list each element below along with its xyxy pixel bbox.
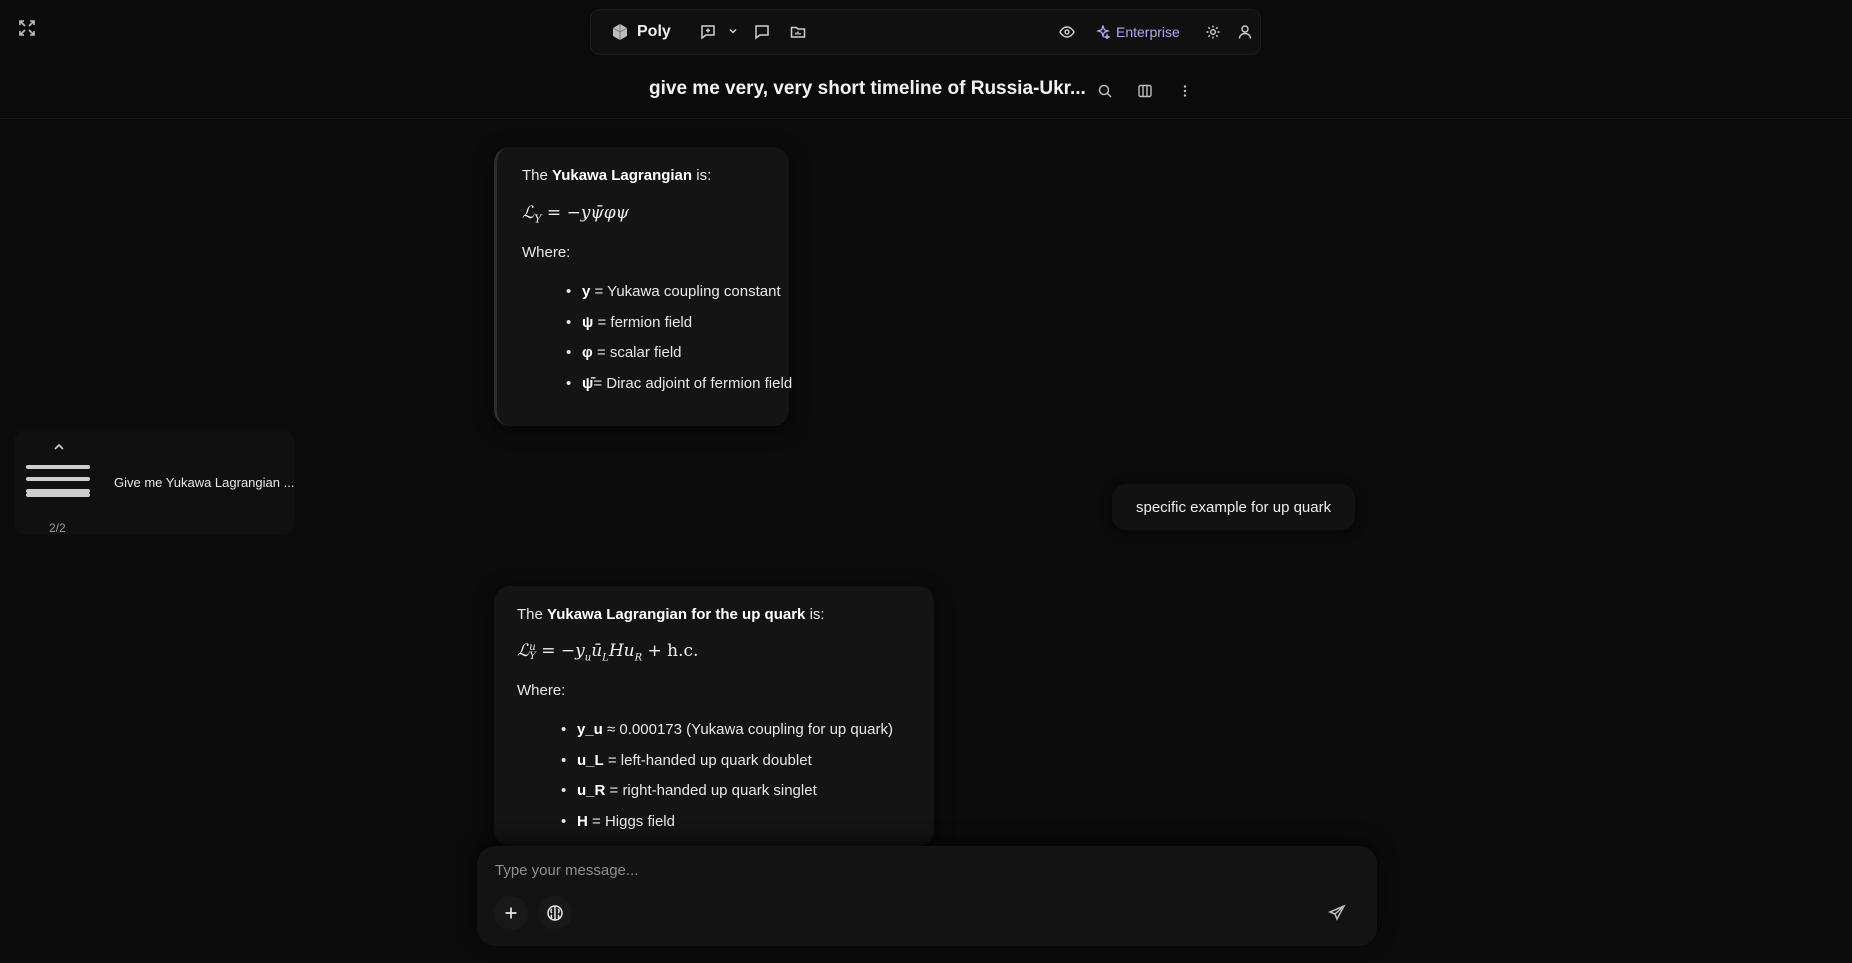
logo-icon — [611, 23, 629, 41]
more-vertical-icon[interactable] — [1174, 80, 1196, 102]
where-label: Where: — [517, 682, 566, 699]
list-item: u_R = right-handed up quark singlet — [557, 782, 817, 799]
term-desc: = Yukawa coupling constant — [590, 283, 781, 300]
term: ψ — [582, 314, 594, 331]
gear-icon[interactable] — [1202, 21, 1224, 43]
equation-rhs-subscript: R — [634, 652, 643, 664]
equation-rhs-subscript: L — [602, 652, 609, 664]
top-toolbar: Poly Enterprise — [590, 9, 1261, 55]
equation-rhs-part: Hu — [608, 641, 635, 661]
message-intro: The Yukawa Lagrangian is: — [522, 167, 711, 184]
thread-bar — [26, 477, 90, 481]
expand-icon[interactable] — [17, 18, 37, 38]
send-icon[interactable] — [1320, 896, 1354, 930]
equation-rhs: = −y — [535, 641, 585, 661]
brain-icon[interactable] — [538, 896, 572, 930]
equation: ℒuY = −yuūLHuR + h.c. — [517, 641, 698, 663]
term: φ — [582, 344, 593, 361]
equation-subscript: Y — [529, 650, 536, 662]
thread-count: 2/2 — [49, 521, 66, 535]
eye-icon[interactable] — [1056, 21, 1078, 43]
sparkle-icon — [1096, 25, 1110, 39]
thread-label[interactable]: Give me Yukawa Lagrangian ... — [114, 475, 294, 490]
user-message: specific example for up quark — [1112, 484, 1356, 530]
intro-bold: Yukawa Lagrangian — [552, 167, 693, 184]
plus-icon[interactable] — [494, 896, 528, 930]
equation-symbol: ℒ — [522, 203, 535, 223]
enterprise-button[interactable]: Enterprise — [1096, 20, 1180, 44]
term: H — [577, 813, 588, 830]
message-composer — [477, 846, 1377, 946]
term-desc: = Dirac adjoint of fermion field — [593, 375, 793, 392]
list-item: y = Yukawa coupling constant — [562, 283, 781, 300]
term-desc: = scalar field — [592, 344, 682, 361]
intro-text: The — [522, 167, 553, 184]
thread-bar — [26, 465, 90, 469]
equation-subscript: Y — [534, 212, 542, 226]
equation-tail: + h.c. — [642, 641, 699, 661]
message-input[interactable] — [493, 856, 1357, 884]
chevron-down-icon[interactable] — [726, 24, 740, 38]
thread-bar — [26, 493, 90, 497]
intro-text: The — [517, 606, 548, 623]
list-item: ψ = fermion field — [562, 314, 692, 331]
list-item: y_u ≈ 0.000173 (Yukawa coupling for up q… — [557, 721, 893, 738]
list-item: u_L = left-handed up quark doublet — [557, 752, 812, 769]
term: u_L — [577, 752, 604, 769]
intro-suffix: is: — [805, 606, 825, 623]
folder-icon[interactable] — [787, 21, 809, 43]
term: y_u — [577, 721, 603, 738]
term-desc: = fermion field — [593, 314, 693, 331]
term-desc: = Higgs field — [587, 813, 675, 830]
list-item: φ = scalar field — [562, 344, 682, 361]
equation-rhs-part: ū — [591, 641, 603, 661]
brand-button[interactable]: Poly — [611, 18, 671, 46]
intro-bold: Yukawa Lagrangian for the up quark — [547, 606, 806, 623]
assistant-message: The Yukawa Lagrangian for the up quark i… — [494, 586, 934, 846]
equation-symbol: ℒ — [517, 641, 530, 661]
term-desc: = right-handed up quark singlet — [605, 782, 817, 799]
list-item: ψ̄= Dirac adjoint of fermion field — [562, 375, 792, 392]
equation-rhs: = −yψ̄φψ — [541, 203, 629, 223]
search-icon[interactable] — [1094, 80, 1116, 102]
new-chat-icon[interactable] — [697, 21, 719, 43]
brand-name: Poly — [637, 23, 671, 40]
term-desc: ≈ 0.000173 (Yukawa coupling for up quark… — [602, 721, 893, 738]
list-item: H = Higgs field — [557, 813, 675, 830]
chat-icon[interactable] — [751, 21, 773, 43]
equation: ℒY = −yψ̄φψ — [522, 203, 629, 225]
conversation-title: give me very, very short timeline of Rus… — [649, 78, 1086, 99]
where-label: Where: — [522, 244, 571, 261]
header-divider — [0, 118, 1852, 119]
term: ψ̄ — [582, 375, 594, 392]
intro-suffix: is: — [692, 167, 712, 184]
chevron-up-icon[interactable] — [52, 440, 66, 454]
term: u_R — [577, 782, 606, 799]
term-desc: = left-handed up quark doublet — [603, 752, 812, 769]
assistant-message: The Yukawa Lagrangian is: ℒY = −yψ̄φψ Wh… — [494, 147, 792, 426]
message-intro: The Yukawa Lagrangian for the up quark i… — [517, 606, 825, 623]
enterprise-label: Enterprise — [1116, 24, 1180, 40]
user-icon[interactable] — [1234, 21, 1256, 43]
columns-icon[interactable] — [1134, 80, 1156, 102]
